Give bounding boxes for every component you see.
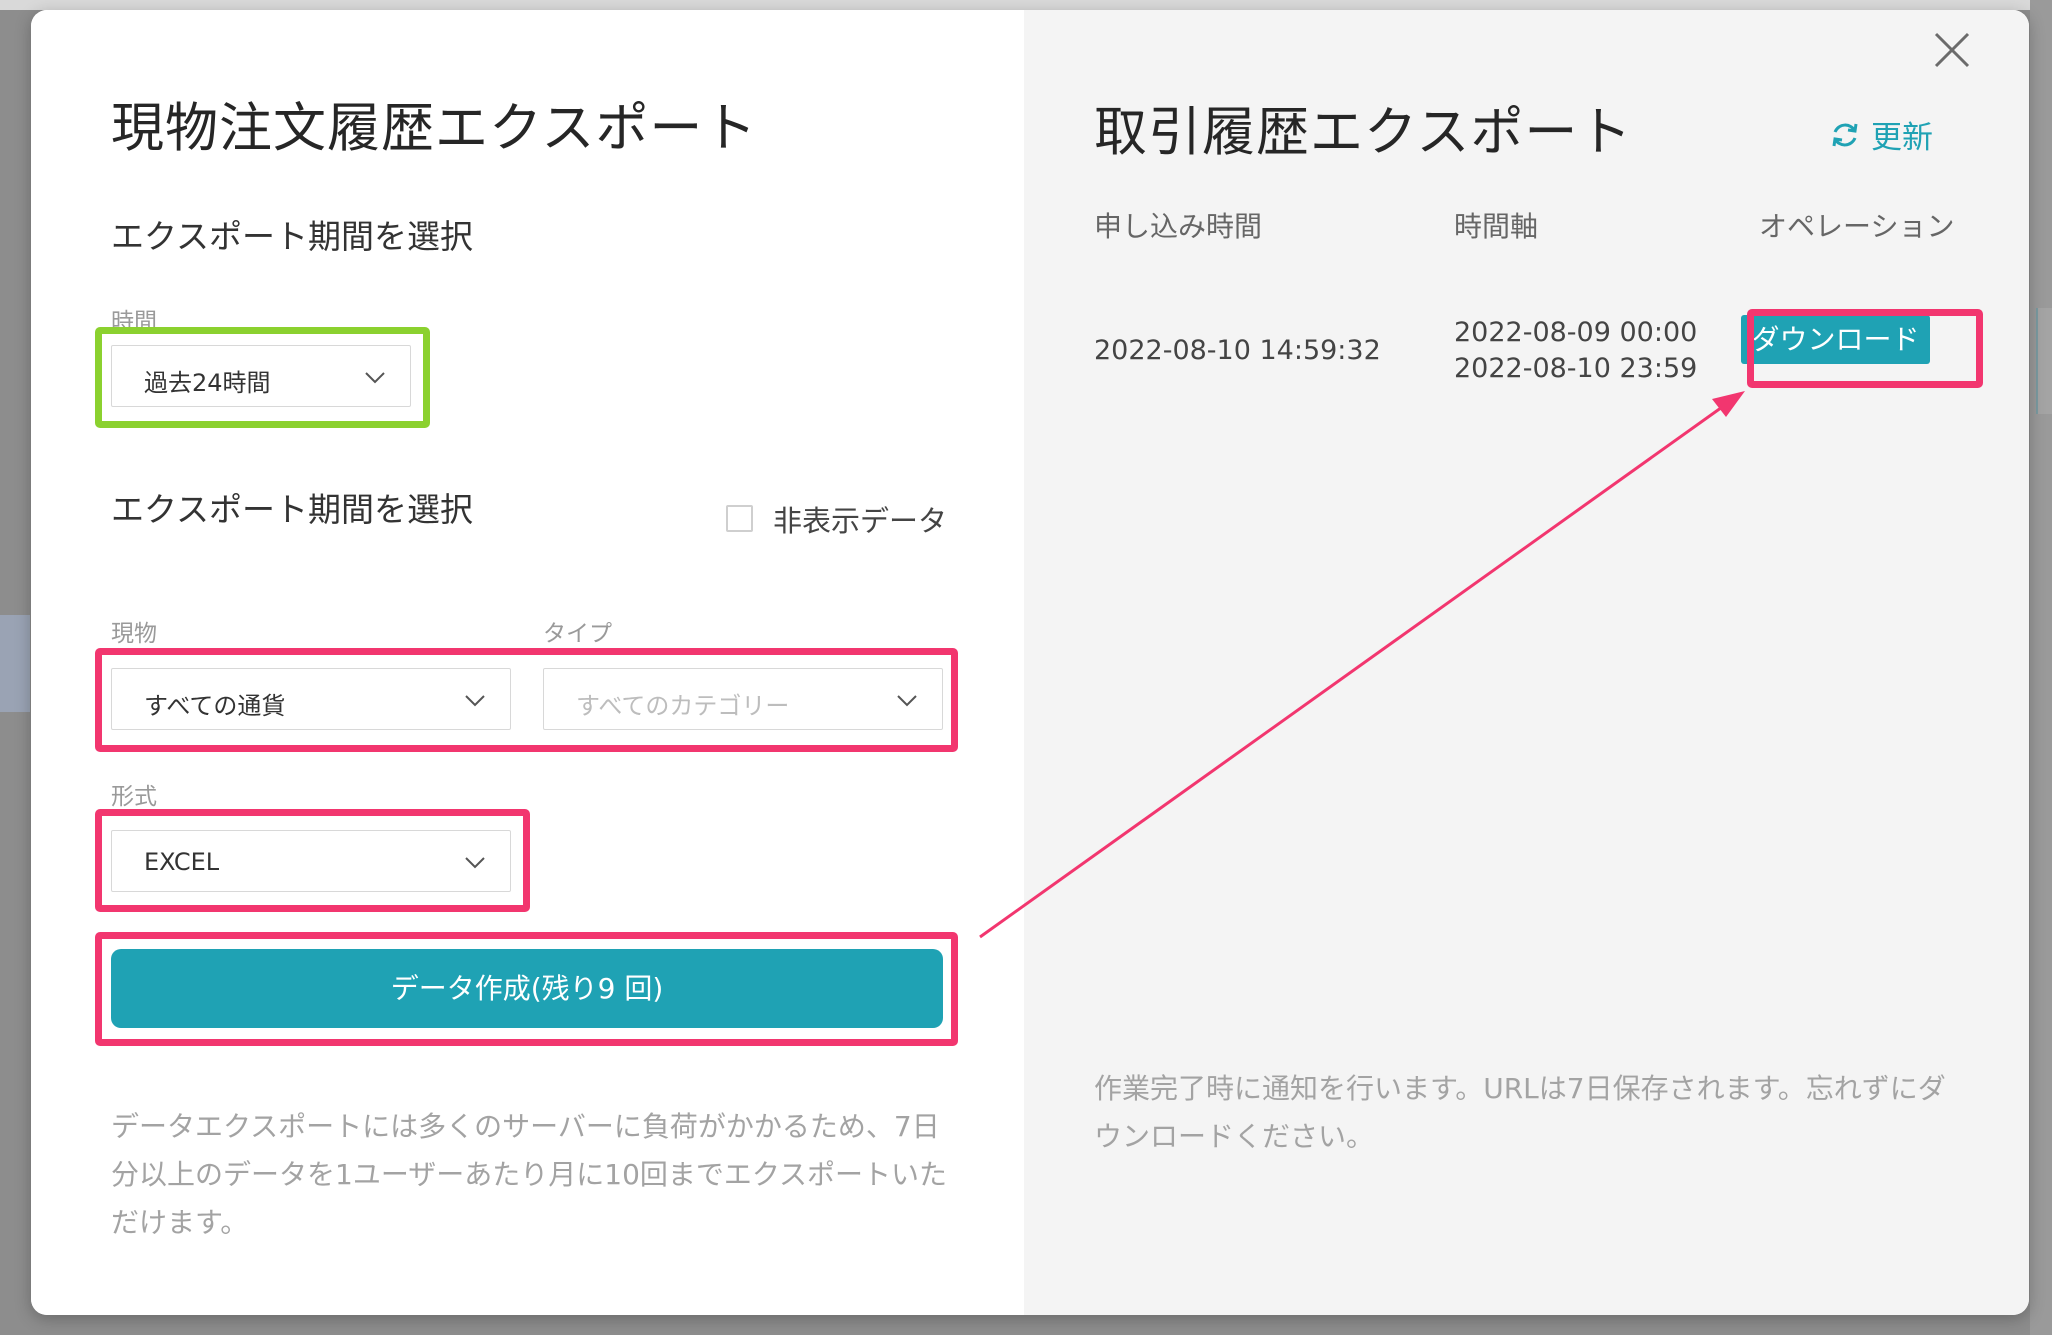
hidden-data-checkbox[interactable] <box>726 505 753 532</box>
refresh-label: 更新 <box>1871 120 1933 156</box>
spot-order-export-panel: 現物注文履歴エクスポート エクスポート期間を選択 時間 過去24時間 エクスポー… <box>31 10 1024 1315</box>
refresh-icon <box>1832 123 1858 146</box>
highlight-format <box>95 809 530 912</box>
header-applied-time: 申し込み時間 <box>1094 210 1263 243</box>
highlight-download <box>1747 309 1983 388</box>
format-label: 形式 <box>111 784 157 810</box>
highlight-create-button <box>95 932 958 1046</box>
refresh-button[interactable]: 更新 <box>1829 112 1933 157</box>
close-icon[interactable] <box>1930 28 1974 72</box>
highlight-time <box>95 327 430 428</box>
header-operation: オペレーション <box>1759 210 1955 243</box>
panel-title: 取引履歴エクスポート <box>1094 102 1633 163</box>
row-range-start: 2022-08-09 00:00 <box>1454 317 1698 348</box>
right-note: 作業完了時に通知を行います。URLは7日保存されます。忘れずにダ ウンロードくだ… <box>1094 1065 1946 1161</box>
type-label: タイプ <box>543 621 612 647</box>
left-note-line: だけます。 <box>111 1206 249 1239</box>
right-note-line: 作業完了時に通知を行います。URLは7日保存されます。忘れずにダ <box>1094 1072 1946 1105</box>
trade-history-export-panel: 取引履歴エクスポート 申し込み時間 時間軸 オペレーション 2022-08-10… <box>1024 10 2029 1315</box>
left-note-line: データエクスポートには多くのサーバーに負荷がかかるため、7日 <box>111 1110 940 1143</box>
spot-label: 現物 <box>111 621 157 647</box>
background-edge <box>2030 0 2052 1335</box>
highlight-currency-type <box>95 648 958 752</box>
background-header <box>0 0 2052 10</box>
export-modal: 現物注文履歴エクスポート エクスポート期間を選択 時間 過去24時間 エクスポー… <box>31 10 2029 1315</box>
left-note: データエクスポートには多くのサーバーに負荷がかかるため、7日 分以上のデータを1… <box>111 1103 947 1247</box>
header-time-range: 時間軸 <box>1454 210 1539 243</box>
panel-title: 現物注文履歴エクスポート <box>111 98 758 159</box>
background-box <box>2036 308 2052 414</box>
left-note-line: 分以上のデータを1ユーザーあたり月に10回までエクスポートいた <box>111 1158 948 1191</box>
background-tab <box>0 615 30 712</box>
period-section-title: エクスポート期間を選択 <box>111 217 474 256</box>
row-range-end: 2022-08-10 23:59 <box>1454 353 1698 384</box>
row-applied-time: 2022-08-10 14:59:32 <box>1094 335 1381 366</box>
hidden-data-label: 非表示データ <box>773 504 948 538</box>
right-note-line: ウンロードください。 <box>1094 1120 1375 1153</box>
section-title-2: エクスポート期間を選択 <box>111 490 474 529</box>
